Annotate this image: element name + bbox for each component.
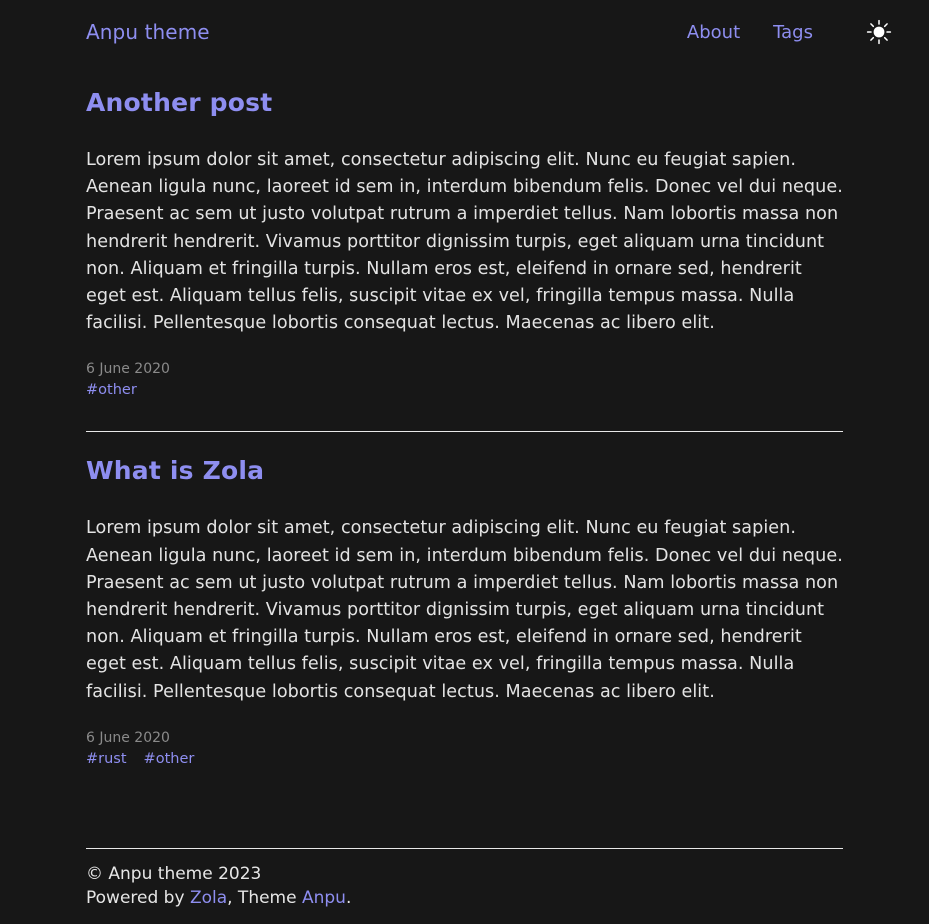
footer-theme-label: , Theme [227, 888, 302, 908]
post-date: 6 June 2020 [86, 729, 170, 746]
main-nav: About Tags [687, 16, 895, 48]
sun-icon [866, 19, 892, 45]
post-meta: 6 June 2020 #other [86, 359, 843, 400]
theme-toggle-button[interactable] [863, 16, 895, 48]
footer-period: . [345, 888, 352, 908]
footer-powered-label: Powered by [86, 888, 190, 908]
post-tag-list: #rust #other [86, 749, 843, 769]
post-title-link[interactable]: What is Zola [86, 456, 264, 485]
nav-item-tags[interactable]: Tags [773, 22, 813, 43]
footer-divider [86, 848, 843, 849]
anpu-theme-link[interactable]: Anpu [302, 888, 346, 908]
post-title-link[interactable]: Another post [86, 88, 272, 117]
tag-link-rust[interactable]: #rust [86, 749, 127, 769]
post-item: Another post Lorem ipsum dolor sit amet,… [86, 64, 843, 400]
post-tag-list: #other [86, 380, 843, 400]
tag-link-other[interactable]: #other [86, 380, 137, 400]
site-footer: © Anpu theme 2023 Powered by Zola, Theme… [0, 848, 929, 924]
footer-copyright: © Anpu theme 2023 [86, 864, 262, 884]
site-title-link[interactable]: Anpu theme [86, 20, 210, 44]
footer-credits: Powered by Zola, Theme Anpu. [86, 886, 843, 910]
tag-link-other[interactable]: #other [144, 749, 195, 769]
post-meta: 6 June 2020 #rust #other [86, 728, 843, 769]
post-summary: Lorem ipsum dolor sit amet, consectetur … [86, 150, 843, 334]
post-list: Another post Lorem ipsum dolor sit amet,… [0, 64, 929, 848]
nav-item-about[interactable]: About [687, 22, 740, 43]
post-summary: Lorem ipsum dolor sit amet, consectetur … [86, 518, 843, 702]
site-header: Anpu theme About Tags [0, 0, 929, 64]
page-root: Anpu theme About Tags Another post Lorem… [0, 0, 929, 924]
post-date: 6 June 2020 [86, 361, 170, 378]
zola-link[interactable]: Zola [190, 888, 227, 908]
post-item: What is Zola Lorem ipsum dolor sit amet,… [86, 432, 843, 768]
